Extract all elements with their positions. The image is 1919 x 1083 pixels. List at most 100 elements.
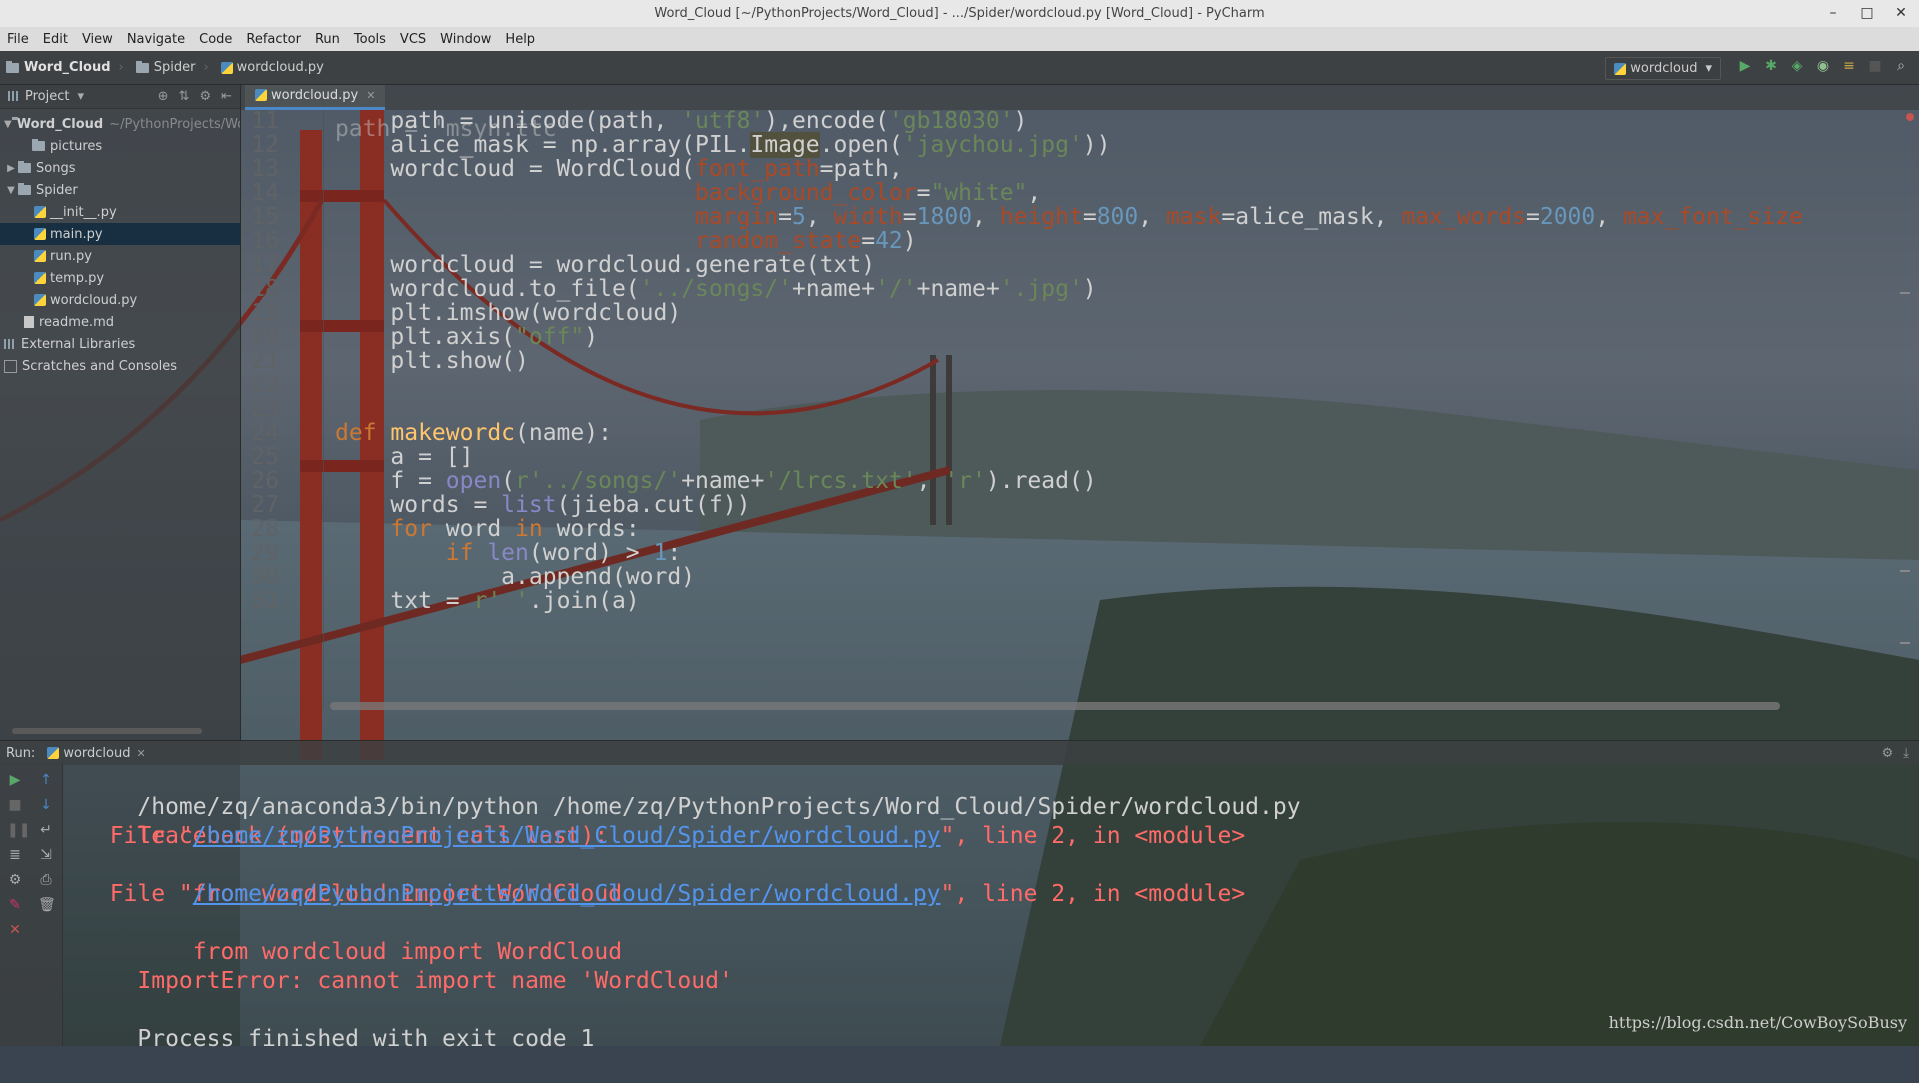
toolbar-icons: ▶ ✱ ◈ ◉ ≡ ■ ⌕	[1737, 58, 1909, 74]
menu-code[interactable]: Code	[192, 32, 239, 47]
file-link[interactable]: /home/zq/PythonProjects/Word_Cloud/Spide…	[193, 823, 941, 849]
console-line: ImportError: cannot import name 'WordClo…	[82, 938, 732, 994]
arrow-up-icon[interactable]: ↑	[38, 772, 54, 788]
tree-item-scratches[interactable]: Scratches and Consoles	[0, 355, 240, 377]
tab-wordcloud-py[interactable]: wordcloud.py ✕	[245, 83, 386, 110]
python-file-icon	[34, 272, 46, 284]
pin-icon[interactable]: ✎	[7, 897, 23, 913]
tree-item-songs[interactable]: ▶ Songs	[0, 157, 240, 179]
python-file-icon	[220, 61, 233, 74]
menu-refactor[interactable]: Refactor	[239, 32, 308, 47]
menu-navigate[interactable]: Navigate	[120, 32, 192, 47]
run-console[interactable]: /home/zq/anaconda3/bin/python /home/zq/P…	[63, 764, 1919, 1052]
hide-icon[interactable]: ⇤	[221, 89, 232, 104]
stop-icon[interactable]: ■	[1867, 58, 1883, 74]
breadcrumb-file[interactable]: wordcloud.py	[215, 60, 330, 75]
dump-threads-icon[interactable]: ≣	[7, 847, 23, 863]
code-token: +name+	[791, 276, 876, 302]
minimize-button[interactable]: –	[1825, 0, 1841, 27]
console-line: File "/home/zq/PythonProjects/Word_Cloud…	[82, 822, 1245, 851]
menu-edit[interactable]: Edit	[36, 32, 75, 47]
code-token: )	[584, 324, 599, 350]
search-icon[interactable]: ⌕	[1893, 58, 1909, 74]
folder-icon	[6, 60, 19, 73]
console-error-text: File "	[82, 881, 193, 907]
tree-item-readme-md[interactable]: readme.md	[0, 311, 240, 333]
hide-panel-icon[interactable]: ⤓	[1903, 746, 1909, 761]
profile-icon[interactable]: ◉	[1815, 58, 1831, 74]
print-icon[interactable]: ⎙	[38, 872, 54, 888]
error-indicator-icon[interactable]	[1906, 113, 1914, 121]
folder-icon	[135, 60, 149, 73]
console-error-text: File "	[82, 823, 193, 849]
menu-file[interactable]: File	[0, 32, 36, 47]
tree-item-temp-py[interactable]: temp.py	[0, 267, 240, 289]
close-icon[interactable]: ✕	[7, 922, 23, 938]
soft-wrap-icon[interactable]: ↵	[38, 822, 54, 838]
editor-horizontal-scrollbar[interactable]	[330, 702, 1780, 710]
trash-icon[interactable]: 🗑	[38, 897, 56, 913]
arrow-down-icon[interactable]: ↓	[38, 797, 54, 813]
code-editor[interactable]: path = 'msyh.ttc' 11 path = unicode(path…	[241, 108, 1919, 710]
code-token: ))	[1082, 132, 1111, 158]
tree-item-wordcloud-py[interactable]: wordcloud.py	[0, 289, 240, 311]
breadcrumb-project[interactable]: Word_Cloud ›	[0, 60, 130, 75]
close-button[interactable]: ✕	[1893, 0, 1909, 27]
project-panel-title[interactable]: Project	[25, 89, 69, 104]
settings-icon[interactable]: ⚙	[7, 872, 23, 888]
run-tab-wordcloud[interactable]: wordcloud ✕	[47, 746, 146, 761]
target-icon[interactable]: ⊕	[158, 89, 169, 104]
console-line: /home/zq/anaconda3/bin/python /home/zq/P…	[82, 764, 1300, 820]
breadcrumb-folder[interactable]: Spider ›	[130, 60, 215, 75]
tree-item-label: readme.md	[39, 314, 114, 330]
project-panel-header: Project ▾ ⊕ ⇅ ⚙ ⇤	[0, 84, 240, 109]
tree-item-run-py[interactable]: run.py	[0, 245, 240, 267]
close-tab-icon[interactable]: ✕	[366, 89, 375, 102]
collapse-all-icon[interactable]: ⇅	[179, 89, 190, 104]
sidebar-horizontal-scrollbar[interactable]	[12, 728, 202, 734]
menu-window[interactable]: Window	[433, 32, 498, 47]
rerun-icon[interactable]: ▶	[7, 772, 23, 788]
scroll-to-end-icon[interactable]: ⇲	[38, 847, 54, 863]
gear-icon[interactable]: ⚙	[199, 89, 211, 104]
menu-bar: File Edit View Navigate Code Refactor Ru…	[0, 27, 1919, 51]
debug-icon[interactable]: ✱	[1763, 58, 1779, 74]
console-line: Process finished with exit code 1	[82, 996, 594, 1052]
tree-item-pictures[interactable]: pictures	[0, 135, 240, 157]
tree-item-label: Scratches and Consoles	[22, 358, 178, 374]
menu-view[interactable]: View	[75, 32, 120, 47]
run-icon[interactable]: ▶	[1737, 58, 1753, 74]
pause-icon[interactable]: ❚❚	[7, 822, 30, 838]
menu-tools[interactable]: Tools	[347, 32, 393, 47]
tree-item-spider[interactable]: ▼ Spider	[0, 179, 240, 201]
markdown-file-icon	[24, 316, 34, 328]
tree-item-main-py[interactable]: main.py	[0, 223, 240, 245]
stop-icon[interactable]: ■	[7, 797, 23, 813]
tree-item-label: run.py	[50, 248, 92, 264]
run-config-label: wordcloud	[1630, 61, 1698, 76]
tree-item-path: ~/PythonProjects/Wor	[109, 116, 240, 132]
code-token: txt =	[335, 588, 474, 614]
gear-icon[interactable]: ⚙	[1882, 746, 1894, 761]
menu-vcs[interactable]: VCS	[393, 32, 433, 47]
python-file-icon	[255, 89, 267, 101]
close-tab-icon[interactable]: ✕	[136, 747, 145, 760]
file-link[interactable]: /home/zq/PythonProjects/Word_Cloud/Spide…	[193, 881, 941, 907]
code-token: '.jpg'	[999, 276, 1083, 302]
code-token: .join(a)	[528, 588, 640, 614]
tree-item-external-libraries[interactable]: External Libraries	[0, 333, 240, 355]
chevron-down-icon[interactable]: ▾	[77, 89, 84, 104]
window-title: Word_Cloud [~/PythonProjects/Word_Cloud]…	[654, 6, 1265, 21]
code-token: 800	[1096, 204, 1139, 230]
tree-item-init-py[interactable]: __init__.py	[0, 201, 240, 223]
coverage-icon[interactable]: ◈	[1789, 58, 1805, 74]
run-tool-window-header: Run: wordcloud ✕ ⚙ ⤓	[0, 740, 1919, 765]
chevron-right-icon: ›	[203, 60, 209, 75]
maximize-button[interactable]: □	[1859, 0, 1875, 27]
menu-run[interactable]: Run	[308, 32, 347, 47]
scroll-marker	[1900, 292, 1910, 294]
menu-help[interactable]: Help	[498, 32, 542, 47]
tree-root-word-cloud[interactable]: ▼ Word_Cloud ~/PythonProjects/Wor	[0, 113, 240, 135]
concurrency-icon[interactable]: ≡	[1841, 58, 1857, 74]
run-configuration-select[interactable]: wordcloud ▾	[1605, 57, 1721, 80]
